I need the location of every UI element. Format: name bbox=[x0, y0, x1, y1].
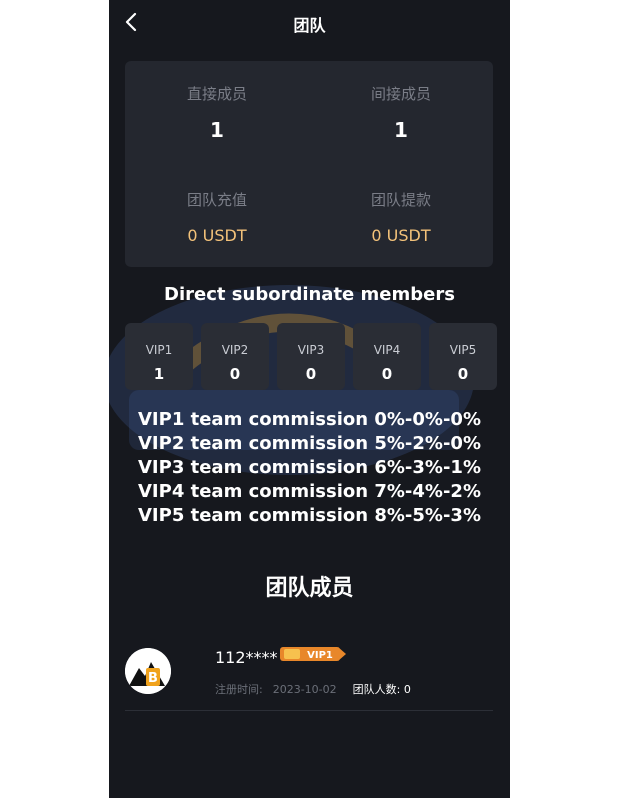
vip-card-vip1[interactable]: VIP1 1 bbox=[125, 323, 193, 390]
member-list-item[interactable]: B 112**** VIP1 注册时间: 2023-10-02 团队人数: 0 bbox=[125, 632, 493, 711]
avatar: B bbox=[125, 648, 171, 694]
stat-value: 1 bbox=[394, 118, 408, 142]
svg-text:B: B bbox=[148, 671, 158, 686]
commission-list: VIP1 team commission 0%-0%-0% VIP2 team … bbox=[109, 408, 510, 528]
page-title: 团队 bbox=[293, 16, 326, 35]
team-stats-card: 直接成员 1 间接成员 1 团队充值 0 USDT 团队提款 0 USDT bbox=[125, 61, 493, 267]
member-meta: 注册时间: 2023-10-02 团队人数: 0 bbox=[215, 681, 411, 697]
stat-label: 间接成员 bbox=[370, 85, 431, 103]
vip-card-vip2[interactable]: VIP2 0 bbox=[201, 323, 269, 390]
stat-indirect-members: 间接成员 1 bbox=[309, 83, 493, 142]
commission-vip5: VIP5 team commission 8%-5%-3% bbox=[138, 505, 481, 526]
vip-count: 0 bbox=[229, 365, 241, 383]
stat-label: 团队提款 bbox=[370, 191, 431, 209]
member-avatar-icon: B bbox=[125, 648, 171, 694]
vip-card-vip4[interactable]: VIP4 0 bbox=[353, 323, 421, 390]
subordinates-title: Direct subordinate members bbox=[164, 284, 455, 305]
stat-direct-members: 直接成员 1 bbox=[125, 83, 309, 142]
commission-vip3: VIP3 team commission 6%-3%-1% bbox=[138, 457, 481, 478]
vip-card-vip5[interactable]: VIP5 0 bbox=[429, 323, 497, 390]
top-bar: 团队 bbox=[109, 0, 510, 46]
vip-card-vip3[interactable]: VIP3 0 bbox=[277, 323, 345, 390]
vip-name: VIP1 bbox=[145, 343, 173, 357]
stat-team-recharge: 团队充值 0 USDT bbox=[125, 189, 309, 245]
stat-value: 0 USDT bbox=[187, 226, 247, 245]
stat-value: 1 bbox=[210, 118, 224, 142]
team-count-label: 团队人数: bbox=[352, 683, 401, 696]
vip-count: 0 bbox=[457, 365, 469, 383]
stat-value: 0 USDT bbox=[371, 226, 431, 245]
vip-count: 0 bbox=[305, 365, 317, 383]
commission-vip4: VIP4 team commission 7%-4%-2% bbox=[138, 481, 481, 502]
stat-label: 直接成员 bbox=[186, 85, 247, 103]
vip-count: 0 bbox=[381, 365, 393, 383]
vip-name: VIP5 bbox=[449, 343, 477, 357]
vip-name: VIP2 bbox=[221, 343, 249, 357]
reg-time-label: 注册时间: bbox=[215, 683, 263, 696]
reg-date: 2023-10-02 bbox=[272, 683, 337, 696]
vip-badge-label: VIP1 bbox=[307, 650, 333, 661]
vip-level-list: VIP1 1 VIP2 0 VIP3 0 VIP4 0 VIP5 0 bbox=[125, 323, 497, 391]
vip-name: VIP4 bbox=[373, 343, 401, 357]
stat-label: 团队充值 bbox=[186, 191, 247, 209]
member-username: 112**** bbox=[215, 648, 278, 667]
commission-vip2: VIP2 team commission 5%-2%-0% bbox=[138, 433, 481, 454]
phone-screen: 团队 直接成员 1 间接成员 1 团队充值 0 USDT 团队提款 0 USDT… bbox=[109, 0, 510, 798]
team-count-value: 0 bbox=[403, 683, 411, 696]
stat-team-withdraw: 团队提款 0 USDT bbox=[309, 189, 493, 245]
members-section-title: 团队成员 bbox=[265, 576, 354, 601]
vip-count: 1 bbox=[153, 365, 165, 383]
commission-vip1: VIP1 team commission 0%-0%-0% bbox=[138, 409, 481, 430]
vip-name: VIP3 bbox=[297, 343, 325, 357]
vip-badge: VIP1 bbox=[280, 647, 346, 661]
